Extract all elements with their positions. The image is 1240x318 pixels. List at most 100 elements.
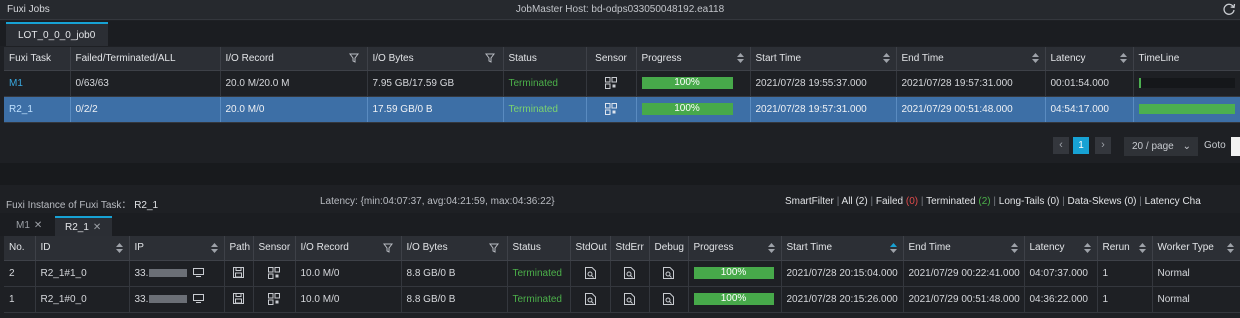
task-failed-terminated-all: 0/63/63 — [70, 70, 221, 97]
task-name-link[interactable]: M1 — [4, 70, 71, 97]
sort-icon[interactable] — [1010, 242, 1018, 253]
col-start-time[interactable]: Start Time — [750, 47, 897, 71]
filter-icon[interactable] — [348, 53, 359, 64]
timeline-fill — [1138, 103, 1235, 114]
debug-icon[interactable] — [649, 260, 689, 287]
col-rerun[interactable]: Rerun — [1097, 236, 1153, 261]
sort-icon[interactable] — [1119, 53, 1127, 64]
sensor-icon[interactable] — [586, 96, 637, 123]
col-io-bytes[interactable]: I/O Bytes — [367, 47, 504, 71]
filter-icon[interactable] — [484, 53, 495, 64]
col-progress[interactable]: Progress — [688, 236, 782, 261]
stdout-log-icon[interactable] — [570, 286, 611, 313]
col-io-record[interactable]: I/O Record — [220, 47, 368, 71]
sensor-icon[interactable] — [253, 260, 296, 287]
task-start-time: 2021/07/28 19:55:37.000 — [750, 70, 897, 97]
col-latency[interactable]: Latency — [1045, 47, 1134, 71]
refresh-icon[interactable] — [1222, 2, 1236, 16]
task-status: Terminated — [503, 70, 587, 97]
instance-io-record: 10.0 M/0 — [295, 260, 402, 287]
debug-icon[interactable] — [649, 286, 689, 313]
tab-job[interactable]: LOT_0_0_0_job0 — [6, 22, 108, 46]
page-size-select[interactable]: 20 / page ⌄ — [1124, 137, 1198, 156]
instance-info-bar: Fuxi Instance of Fuxi Task： R2_1 Latency… — [0, 196, 1240, 212]
instance-status: Terminated — [507, 286, 571, 313]
task-status: Terminated — [503, 96, 587, 123]
tab-r2-1[interactable]: R2_1 ✕ — [55, 216, 112, 236]
col-ip[interactable]: IP — [129, 236, 225, 261]
col-io-bytes[interactable]: I/O Bytes — [401, 236, 508, 261]
task-name-link[interactable]: R2_1 — [4, 96, 71, 123]
instance-id: R2_1#0_0 — [35, 286, 130, 313]
task-tab-bar: M1 ✕ R2_1 ✕ — [0, 213, 1240, 236]
tab-m1[interactable]: M1 ✕ — [8, 216, 54, 236]
sensor-icon[interactable] — [586, 70, 637, 97]
timeline-fill — [1138, 77, 1141, 88]
filter-data-skews[interactable]: Data-Skews (0) — [1068, 196, 1137, 207]
col-end-time[interactable]: End Time — [896, 47, 1046, 71]
table-row[interactable]: R2_1 0/2/2 20.0 M/0 17.59 GB/0 B Termina… — [4, 96, 1240, 123]
prev-page-button[interactable]: ‹ — [1053, 137, 1069, 154]
latency-chart-link[interactable]: Latency Cha — [1145, 196, 1201, 207]
sort-icon[interactable] — [210, 242, 218, 253]
task-failed-terminated-all: 0/2/2 — [70, 96, 221, 123]
progress-bar: 100% — [693, 267, 774, 279]
sort-ascending-icon[interactable] — [889, 242, 897, 253]
col-io-record[interactable]: I/O Record — [295, 236, 402, 261]
sort-icon[interactable] — [115, 242, 123, 253]
timeline-track — [1138, 77, 1235, 88]
instance-io-bytes: 8.8 GB/0 B — [401, 260, 508, 287]
redacted-ip — [149, 294, 188, 303]
col-start-time[interactable]: Start Time — [781, 236, 904, 261]
filter-icon[interactable] — [488, 243, 499, 253]
instance-io-bytes: 8.8 GB/0 B — [401, 286, 508, 313]
col-timeline: TimeLine — [1133, 47, 1240, 71]
filter-terminated[interactable]: Terminated (2) — [926, 196, 990, 207]
sensor-icon[interactable] — [253, 286, 296, 313]
task-io-bytes: 7.95 GB/17.59 GB — [367, 70, 504, 97]
monitor-icon[interactable] — [193, 268, 205, 279]
stdout-log-icon[interactable] — [570, 260, 611, 287]
smartfilter-label: SmartFilter — [785, 196, 834, 207]
col-end-time[interactable]: End Time — [903, 236, 1025, 261]
col-progress[interactable]: Progress — [636, 47, 751, 71]
progress-bar: 100% — [641, 103, 733, 115]
sort-icon[interactable] — [882, 53, 890, 64]
sort-icon[interactable] — [1226, 242, 1234, 253]
col-worker-type[interactable]: Worker Type — [1152, 236, 1240, 261]
page-current[interactable]: 1 — [1073, 137, 1089, 154]
sort-icon[interactable] — [1083, 242, 1091, 253]
sort-icon[interactable] — [736, 53, 744, 64]
save-icon[interactable] — [224, 260, 254, 287]
sort-icon[interactable] — [767, 242, 775, 253]
col-id[interactable]: ID — [35, 236, 130, 261]
table-row[interactable]: M1 0/63/63 20.0 M/20.0 M 7.95 GB/17.59 G… — [4, 70, 1240, 97]
task-timeline — [1133, 70, 1240, 97]
save-icon[interactable] — [224, 286, 254, 313]
sort-icon[interactable] — [1031, 53, 1039, 64]
stderr-log-icon[interactable] — [610, 286, 650, 313]
filter-all[interactable]: All (2) — [842, 196, 868, 207]
task-latency: 00:01:54.000 — [1045, 70, 1134, 97]
filter-long-tails[interactable]: Long-Tails (0) — [999, 196, 1060, 207]
next-page-button[interactable]: › — [1095, 137, 1111, 154]
close-icon[interactable]: ✕ — [93, 222, 101, 233]
goto-input[interactable] — [1231, 137, 1240, 156]
close-icon[interactable]: ✕ — [34, 220, 42, 231]
instance-start-time: 2021/07/28 20:15:04.000 — [781, 260, 904, 287]
sort-icon[interactable] — [1138, 242, 1146, 253]
table-row[interactable]: 2 R2_1#1_0 33. 10.0 M/0 8.8 GB/0 B Termi… — [4, 260, 1240, 287]
col-no: No. — [4, 236, 36, 261]
instance-io-record: 10.0 M/0 — [295, 286, 402, 313]
monitor-icon[interactable] — [193, 294, 205, 305]
goto-label: Goto — [1204, 140, 1226, 151]
window-titlebar: Fuxi Jobs JobMaster Host: bd-odps0330500… — [0, 0, 1240, 20]
col-latency[interactable]: Latency — [1024, 236, 1098, 261]
filter-failed[interactable]: Failed (0) — [876, 196, 918, 207]
col-sensor: Sensor — [253, 236, 296, 261]
task-timeline — [1133, 96, 1240, 123]
stderr-log-icon[interactable] — [610, 260, 650, 287]
filter-icon[interactable] — [382, 243, 393, 253]
col-status: Status — [503, 47, 587, 71]
table-row[interactable]: 1 R2_1#0_0 33. 10.0 M/0 8.8 GB/0 B Termi… — [4, 286, 1240, 313]
